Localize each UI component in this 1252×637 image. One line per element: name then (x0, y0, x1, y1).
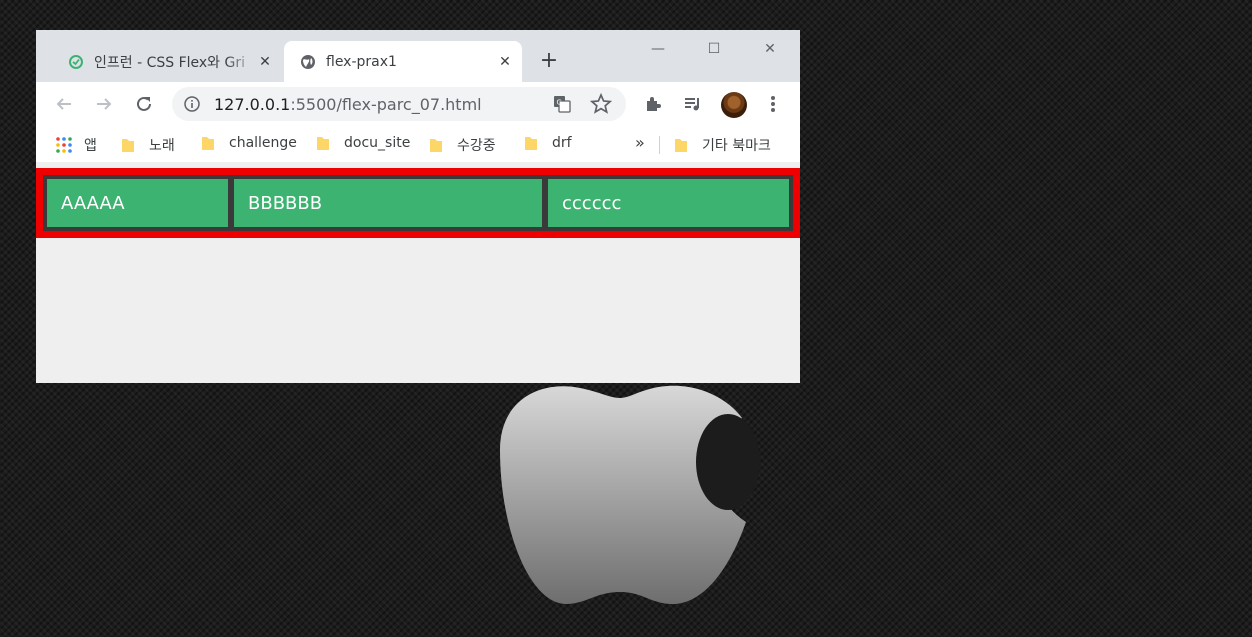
title-bar: 인프런 - CSS Flex와 Gri ✕ flex-prax1 ✕ + — ☐… (36, 30, 800, 82)
navigation-toolbar: 127.0.0.1:5500/flex-parc_07.html G (36, 82, 800, 126)
browser-window: 인프런 - CSS Flex와 Gri ✕ flex-prax1 ✕ + — ☐… (36, 30, 800, 383)
bookmarks-bar: 앱 노래 challenge docu_site 수강중 drf » 기타 북마… (36, 126, 800, 162)
bookmark-star-icon[interactable] (590, 93, 612, 115)
page-content: AAAAA BBBBBB cccccc (36, 168, 800, 383)
bookmarks-overflow-button[interactable]: » (635, 133, 645, 152)
menu-kebab-icon[interactable] (761, 92, 785, 116)
bookmark-folder[interactable]: 수강중 (429, 135, 496, 155)
bookmark-label: 수강중 (457, 138, 496, 154)
url-text[interactable]: 127.0.0.1:5500/flex-parc_07.html (214, 95, 482, 114)
address-bar[interactable]: 127.0.0.1:5500/flex-parc_07.html G (172, 87, 626, 121)
apple-logo-wallpaper (500, 385, 760, 605)
flex-item-b: BBBBBB (234, 179, 542, 227)
flex-container: AAAAA BBBBBB cccccc (36, 168, 800, 238)
folder-icon (122, 139, 134, 152)
flex-item-c: cccccc (548, 179, 789, 227)
folder-icon (317, 137, 329, 150)
bookmarks-divider (659, 136, 660, 154)
bookmark-label: drf (552, 135, 572, 151)
close-window-icon[interactable]: ✕ (756, 38, 784, 60)
maximize-icon[interactable]: ☐ (700, 38, 728, 60)
profile-avatar[interactable] (721, 92, 747, 118)
bookmark-label: 앱 (84, 138, 97, 154)
bookmark-label: challenge (229, 135, 297, 151)
bookmark-label: 노래 (149, 138, 175, 154)
bookmark-label: 기타 북마크 (702, 138, 771, 154)
back-icon[interactable] (52, 92, 76, 116)
minimize-icon[interactable]: — (644, 38, 672, 60)
reload-icon[interactable] (132, 92, 156, 116)
folder-icon (430, 139, 442, 152)
bookmark-folder[interactable]: 노래 (121, 135, 175, 155)
folder-icon (525, 137, 537, 150)
close-tab-icon[interactable]: ✕ (498, 54, 512, 70)
bookmark-folder[interactable]: drf (524, 135, 572, 151)
url-path: :5500/flex-parc_07.html (290, 95, 482, 114)
bookmark-label: docu_site (344, 135, 411, 151)
url-host: 127.0.0.1 (214, 95, 291, 114)
tab-flex-prax1[interactable]: flex-prax1 ✕ (284, 41, 522, 82)
apps-grid-icon (56, 137, 72, 153)
tab-inflearn[interactable]: 인프런 - CSS Flex와 Gri ✕ (52, 41, 282, 82)
bookmark-folder[interactable]: challenge (201, 135, 297, 151)
media-playlist-icon[interactable] (681, 92, 705, 116)
tab-title: flex-prax1 (326, 53, 397, 70)
forward-icon[interactable] (92, 92, 116, 116)
inflearn-favicon-icon (69, 54, 83, 69)
flex-item-a: AAAAA (47, 179, 228, 227)
close-tab-icon[interactable]: ✕ (258, 54, 272, 70)
translate-icon[interactable]: G (553, 95, 571, 113)
svg-text:G: G (557, 99, 562, 107)
folder-icon (202, 137, 214, 150)
other-bookmarks-folder[interactable]: 기타 북마크 (674, 135, 771, 155)
new-tab-button[interactable]: + (538, 50, 560, 72)
folder-icon (675, 139, 687, 152)
bookmark-apps[interactable]: 앱 (56, 135, 97, 155)
globe-icon (301, 54, 315, 69)
extensions-icon[interactable] (641, 92, 665, 116)
bookmark-folder[interactable]: docu_site (316, 135, 410, 151)
info-icon[interactable] (184, 96, 200, 112)
tab-title: 인프런 - CSS Flex와 Gri (94, 54, 246, 71)
